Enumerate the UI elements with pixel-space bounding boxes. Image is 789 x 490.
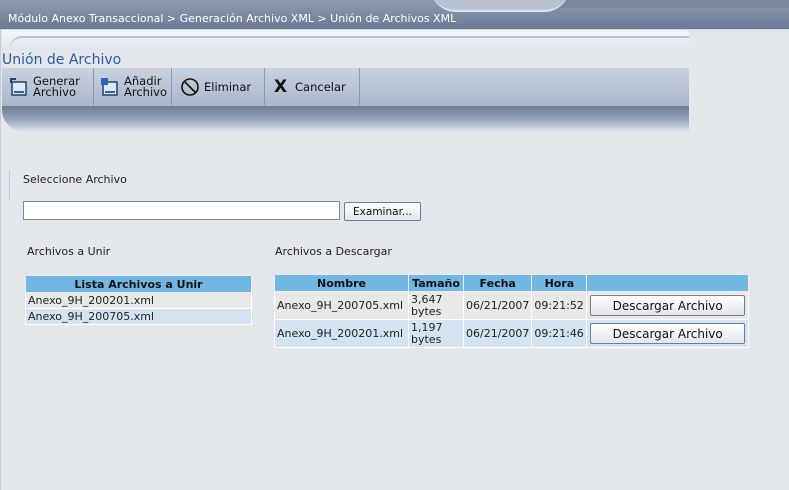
list-item-name: Anexo_9H_200705.xml bbox=[25, 308, 252, 325]
delete-label: Eliminar bbox=[204, 79, 252, 94]
files-to-join-label: Archivos a Unir bbox=[27, 245, 111, 258]
file-size: 3,647 bytes bbox=[408, 291, 464, 320]
file-time: 09:21:52 bbox=[531, 291, 588, 320]
col-nombre: Nombre bbox=[274, 274, 409, 292]
banner-decoration bbox=[560, 0, 789, 8]
col-tamano: Tamaño bbox=[408, 274, 464, 292]
generate-file-button[interactable]: Generar Archivo bbox=[2, 68, 94, 106]
header-bottom bbox=[2, 106, 689, 138]
banner-swoosh bbox=[430, 0, 570, 12]
file-date: 06/21/2007 bbox=[462, 319, 533, 348]
page-header: Unión de Archivo Generar Archivo Añadir A bbox=[2, 30, 689, 138]
select-file-label: Seleccione Archivo bbox=[23, 173, 127, 186]
files-to-join-header: Lista Archivos a Unir bbox=[25, 275, 252, 293]
cancel-button[interactable]: X Cancelar bbox=[265, 68, 360, 106]
file-time: 09:21:46 bbox=[531, 319, 588, 348]
list-item[interactable]: Anexo_9H_200705.xml bbox=[25, 308, 252, 325]
prohibited-icon bbox=[180, 77, 200, 97]
delete-button[interactable]: Eliminar bbox=[172, 68, 265, 106]
col-hora: Hora bbox=[531, 274, 588, 292]
files-to-join-table: Lista Archivos a Unir Anexo_9H_200201.xm… bbox=[25, 275, 252, 325]
header-arc bbox=[10, 36, 689, 48]
x-icon: X bbox=[274, 77, 288, 97]
files-to-download-table: Nombre Tamaño Fecha Hora Anexo_9H_200705… bbox=[274, 274, 749, 348]
list-item-name: Anexo_9H_200201.xml bbox=[25, 292, 252, 309]
page-title: Unión de Archivo bbox=[2, 52, 122, 68]
files-to-download-label: Archivos a Descargar bbox=[275, 245, 392, 258]
download-file-button[interactable]: Descargar Archivo bbox=[590, 295, 746, 316]
add-file-button[interactable]: Añadir Archivo bbox=[94, 68, 172, 106]
breadcrumb: Módulo Anexo Transaccional > Generación … bbox=[8, 12, 457, 25]
col-fecha: Fecha bbox=[462, 274, 533, 292]
action-cell: Descargar Archivo bbox=[586, 291, 749, 320]
header-top bbox=[2, 30, 689, 50]
download-file-button[interactable]: Descargar Archivo bbox=[590, 323, 746, 344]
action-cell: Descargar Archivo bbox=[586, 319, 749, 348]
file-name: Anexo_9H_200705.xml bbox=[274, 291, 409, 320]
size-unit: bytes bbox=[411, 332, 442, 346]
add-file-icon bbox=[100, 77, 120, 97]
file-date: 06/21/2007 bbox=[462, 291, 533, 320]
top-banner: Módulo Anexo Transaccional > Generación … bbox=[0, 0, 789, 29]
toolbar: GenerarArchivo AñadirArchivo Eliminar bbox=[2, 68, 689, 106]
col-action bbox=[586, 274, 749, 292]
list-item[interactable]: Anexo_9H_200201.xml bbox=[25, 292, 252, 309]
section-bracket bbox=[9, 170, 10, 200]
size-unit: bytes bbox=[411, 304, 442, 318]
browse-button[interactable]: Examinar... bbox=[344, 202, 421, 221]
file-name: Anexo_9H_200201.xml bbox=[274, 319, 409, 348]
file-path-input[interactable] bbox=[23, 201, 340, 220]
table-row: Anexo_9H_200201.xml 1,197 bytes 06/21/200… bbox=[274, 319, 749, 348]
generate-file-icon bbox=[9, 77, 29, 97]
cancel-label: Cancelar bbox=[295, 79, 346, 94]
file-size: 1,197 bytes bbox=[408, 319, 464, 348]
generate-label-2: Archivo bbox=[33, 85, 76, 99]
add-label-2: Archivo bbox=[124, 85, 167, 99]
left-border bbox=[0, 30, 1, 490]
table-row: Anexo_9H_200705.xml 3,647 bytes 06/21/200… bbox=[274, 291, 749, 320]
